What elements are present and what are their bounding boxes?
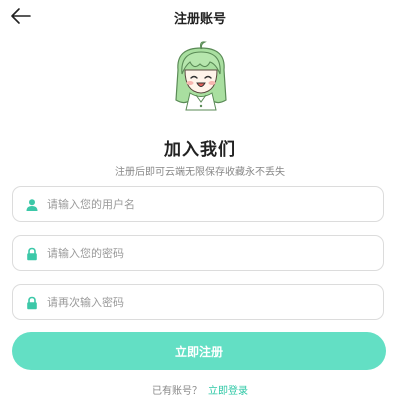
password-field[interactable]: [12, 235, 384, 271]
intro-heading: 加入我们: [164, 140, 236, 160]
lock-icon: [27, 247, 37, 261]
register-button[interactable]: 立即注册: [12, 332, 386, 370]
header: 注册账号: [0, 0, 400, 34]
confirm-password-field[interactable]: [12, 284, 384, 320]
lock-icon: [27, 296, 37, 310]
login-prompt: 已有账号？ 立即登录: [0, 382, 400, 397]
page-title: 注册账号: [173, 12, 226, 27]
login-question: 已有账号？: [152, 386, 202, 397]
password-input[interactable]: [47, 236, 373, 270]
mascot-avatar: [175, 41, 227, 111]
username-input[interactable]: [47, 187, 373, 221]
confirm-password-input[interactable]: [47, 285, 373, 319]
username-field[interactable]: [12, 186, 384, 222]
login-link[interactable]: 立即登录: [208, 386, 248, 397]
intro-subheading: 注册后即可云端无限保存收藏永不丢失: [115, 167, 285, 178]
user-icon: [26, 199, 38, 211]
